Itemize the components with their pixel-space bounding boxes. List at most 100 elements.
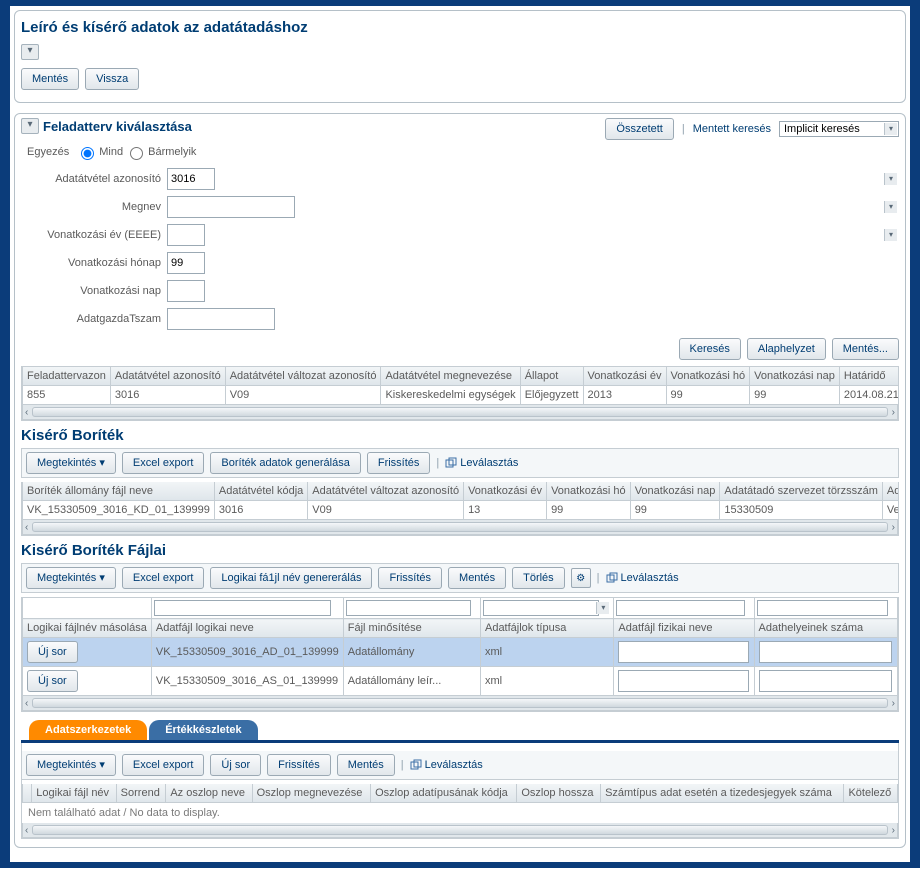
count-input[interactable]: [759, 670, 893, 692]
column-header[interactable]: [23, 784, 32, 803]
search-button[interactable]: Keresés: [679, 338, 741, 360]
column-header[interactable]: Vonatkozási nap: [630, 482, 720, 501]
column-header[interactable]: Logikai fájl név: [32, 784, 116, 803]
view-menu[interactable]: Megtekintés ▾: [26, 754, 116, 776]
filter-input[interactable]: [346, 600, 472, 616]
physical-name-input[interactable]: [618, 670, 749, 692]
tszam-input[interactable]: [167, 308, 275, 330]
save-button[interactable]: Mentés: [21, 68, 79, 90]
collapse-icon[interactable]: ▾: [21, 44, 39, 60]
generate-button[interactable]: Boríték adatok generálása: [210, 452, 360, 474]
column-header[interactable]: Vonatkozási hó: [547, 482, 631, 501]
column-header[interactable]: Számtípus adat esetén a tizedesjegyek sz…: [601, 784, 844, 803]
detach-button[interactable]: Leválasztás: [445, 457, 518, 469]
refresh-button[interactable]: Frissítés: [378, 567, 442, 589]
column-header[interactable]: Adatátvétel változat azonosító: [225, 367, 381, 386]
year-select[interactable]: ▾: [167, 224, 899, 246]
separator: |: [436, 457, 439, 469]
column-header[interactable]: Adatfájl logikai neve: [151, 619, 343, 638]
view-menu[interactable]: Megtekintés ▾: [26, 452, 116, 474]
newrow-button[interactable]: Új sor: [210, 754, 261, 776]
column-header[interactable]: Adatfájl fizikai neve: [614, 619, 754, 638]
table-row[interactable]: VK_15330509_3016_KD_01_1399993016V091399…: [23, 501, 900, 520]
column-header[interactable]: Adatfájlok típusa: [480, 619, 613, 638]
column-header[interactable]: Adatátvétel kódja: [214, 482, 307, 501]
column-header[interactable]: Adatátadó szervezet törzsszám: [720, 482, 882, 501]
column-header[interactable]: Adatátvétel változat azonosító: [308, 482, 464, 501]
cell: 855: [23, 386, 111, 405]
match-any-radio[interactable]: [130, 147, 143, 160]
id-input[interactable]: [167, 168, 215, 190]
excel-button[interactable]: Excel export: [122, 452, 205, 474]
column-header[interactable]: Boríték állomány fájl neve: [23, 482, 215, 501]
column-header[interactable]: Vonatkozási nap: [750, 367, 840, 386]
detach-button[interactable]: Leválasztás: [606, 572, 679, 584]
column-header[interactable]: Feladattervazon: [23, 367, 111, 386]
name-label: Megnev: [21, 201, 161, 213]
filter-input[interactable]: [757, 600, 889, 616]
detach-icon: [606, 572, 618, 584]
horizontal-scrollbar[interactable]: ‹›: [22, 823, 898, 838]
tab-ertekkeszletek[interactable]: Értékkészletek: [149, 720, 257, 740]
refresh-button[interactable]: Frissítés: [267, 754, 331, 776]
table-row[interactable]: Új sorVK_15330509_3016_AS_01_139999Adatá…: [23, 667, 898, 696]
filter-input[interactable]: [154, 600, 332, 616]
month-label: Vonatkozási hónap: [21, 257, 161, 269]
reset-button[interactable]: Alaphelyzet: [747, 338, 826, 360]
column-header[interactable]: Oszlop hossza: [517, 784, 601, 803]
collapse-icon[interactable]: ▾: [21, 118, 39, 134]
filter-select[interactable]: ▾: [483, 600, 611, 616]
view-menu[interactable]: Megtekintés ▾: [26, 567, 116, 589]
back-button[interactable]: Vissza: [85, 68, 139, 90]
newrow-button[interactable]: Új sor: [27, 670, 78, 692]
column-header[interactable]: Kötelező: [844, 784, 898, 803]
tab-adatszerkezetek[interactable]: Adatszerkezetek: [29, 720, 147, 740]
horizontal-scrollbar[interactable]: ‹›: [22, 520, 898, 535]
column-header[interactable]: Adathelyeinek száma: [754, 619, 897, 638]
composite-button[interactable]: Összetett: [605, 118, 673, 140]
column-header[interactable]: Logikai fájlnév másolása: [23, 619, 152, 638]
table-row[interactable]: Új sorVK_15330509_3016_AD_01_139999Adatá…: [23, 638, 898, 667]
year-input[interactable]: [167, 224, 205, 246]
id-select[interactable]: ▾: [167, 168, 899, 190]
refresh-button[interactable]: Frissítés: [367, 452, 431, 474]
horizontal-scrollbar[interactable]: ‹›: [22, 696, 898, 711]
save-button[interactable]: Mentés: [448, 567, 506, 589]
column-header[interactable]: Sorrend: [116, 784, 166, 803]
delete-button[interactable]: Törlés: [512, 567, 565, 589]
column-header[interactable]: Adatátvétel megnevezése: [381, 367, 520, 386]
save-search-button[interactable]: Mentés...: [832, 338, 899, 360]
day-label: Vonatkozási nap: [21, 285, 161, 297]
column-header[interactable]: Adatgazda kapcsolattar: [882, 482, 899, 501]
match-all-radio[interactable]: [81, 147, 94, 160]
excel-button[interactable]: Excel export: [122, 754, 205, 776]
name-input[interactable]: [167, 196, 295, 218]
settings-icon[interactable]: ⚙: [571, 568, 591, 588]
month-input[interactable]: [167, 252, 205, 274]
horizontal-scrollbar[interactable]: ‹›: [22, 405, 898, 420]
excel-button[interactable]: Excel export: [122, 567, 205, 589]
column-header[interactable]: Vonatkozási év: [464, 482, 547, 501]
filter-input[interactable]: [616, 600, 744, 616]
detach-button[interactable]: Leválasztás: [410, 759, 483, 771]
column-header[interactable]: Oszlop adatípusának kódja: [371, 784, 517, 803]
count-input[interactable]: [759, 641, 893, 663]
column-header[interactable]: Vonatkozási hó: [666, 367, 750, 386]
newrow-button[interactable]: Új sor: [27, 641, 78, 663]
cell: VK_15330509_3016_AD_01_139999: [151, 638, 343, 667]
column-header[interactable]: Oszlop megnevezése: [252, 784, 370, 803]
column-header[interactable]: Határidő: [839, 367, 899, 386]
column-header[interactable]: Adatátvétel azonosító: [110, 367, 225, 386]
saved-search-select[interactable]: ▾: [779, 121, 899, 137]
table-row[interactable]: 8553016V09Kiskereskedelmi egységekElőjeg…: [23, 386, 900, 405]
save-button[interactable]: Mentés: [337, 754, 395, 776]
saved-search-value[interactable]: [779, 121, 899, 137]
column-header[interactable]: Az oszlop neve: [166, 784, 252, 803]
column-header[interactable]: Állapot: [520, 367, 583, 386]
column-header[interactable]: Vonatkozási év: [583, 367, 666, 386]
generate-button[interactable]: Logikai fá1jl név genererálás: [210, 567, 372, 589]
name-select[interactable]: ▾: [167, 196, 899, 218]
column-header[interactable]: Fájl minősítése: [343, 619, 480, 638]
physical-name-input[interactable]: [618, 641, 749, 663]
day-input[interactable]: [167, 280, 205, 302]
